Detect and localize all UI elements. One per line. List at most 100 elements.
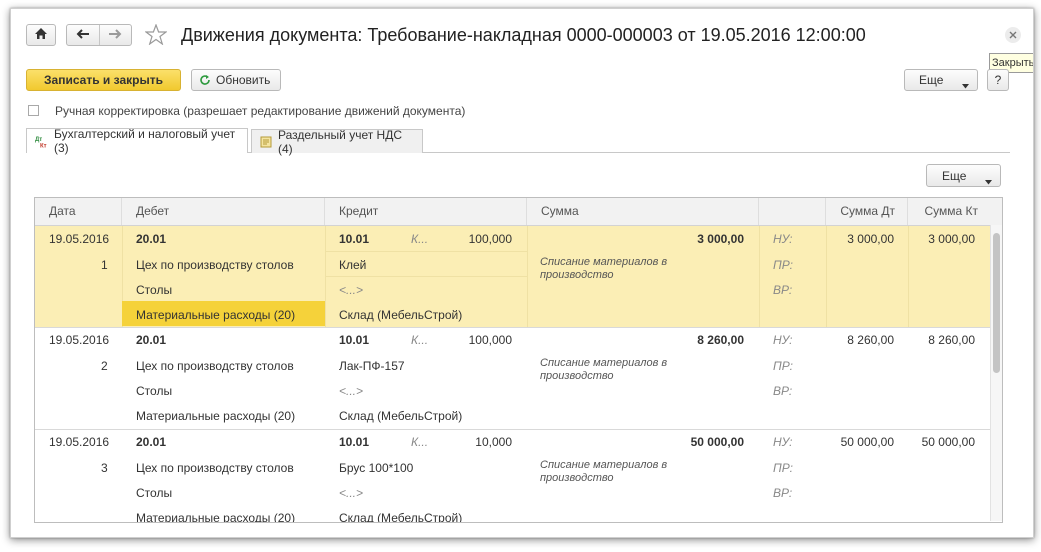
- vr-label: ВР:: [773, 283, 793, 297]
- column-header-debit[interactable]: Дебет: [122, 198, 325, 225]
- arrow-right-icon: [108, 28, 122, 42]
- home-button[interactable]: [26, 24, 56, 46]
- row-number: 1: [101, 258, 108, 272]
- row-description: Списание материалов в производство: [540, 357, 668, 382]
- back-button[interactable]: [67, 25, 100, 45]
- credit-subconto-3: Склад (МебельСтрой): [339, 511, 463, 523]
- manual-edit-label: Ручная корректировка (разрешает редактир…: [55, 104, 466, 118]
- credit-subconto-3: Склад (МебельСтрой): [339, 308, 463, 322]
- home-icon: [34, 27, 48, 43]
- credit-qty-label: К...: [411, 232, 429, 246]
- row-date: 19.05.2016: [49, 333, 110, 347]
- refresh-button[interactable]: Обновить: [191, 69, 281, 91]
- refresh-label: Обновить: [216, 73, 271, 87]
- dt-kt-icon: Дт Кт: [35, 135, 48, 148]
- table-row[interactable]: 19.05.2016 2 20.01 Цех по производству с…: [35, 328, 990, 429]
- close-tooltip-text: Закрыть: [992, 57, 1034, 69]
- forward-button[interactable]: [100, 25, 132, 45]
- nav-buttons-group: [66, 24, 132, 46]
- table-row[interactable]: 19.05.2016 3 20.01 Цех по производству с…: [35, 430, 990, 523]
- vr-label: ВР:: [773, 384, 793, 398]
- nu-label: НУ:: [773, 333, 793, 347]
- row-sum-dt: 50 000,00: [840, 435, 894, 449]
- movements-table: Дата Дебет Кредит Сумма Сумма Дт Сумма К…: [34, 197, 1003, 523]
- document-icon: [260, 136, 272, 148]
- help-label: ?: [994, 73, 1002, 87]
- credit-qty: 10,000: [475, 435, 512, 449]
- row-sum-dt: 8 260,00: [847, 333, 894, 347]
- row-sum-kt: 50 000,00: [921, 435, 975, 449]
- credit-subconto-1: Брус 100*100: [339, 461, 414, 475]
- help-button[interactable]: ?: [987, 69, 1009, 91]
- credit-qty: 100,000: [468, 232, 512, 246]
- tab-accounting-label: Бухгалтерский и налоговый учет (3): [54, 127, 236, 155]
- credit-subconto-1: Лак-ПФ-157: [339, 359, 405, 373]
- debit-subconto-1: Цех по производству столов: [136, 258, 294, 272]
- tab-accounting[interactable]: Дт Кт Бухгалтерский и налоговый учет (3): [26, 127, 248, 155]
- row-sum-kt: 3 000,00: [928, 232, 975, 246]
- manual-edit-checkbox[interactable]: [28, 105, 39, 116]
- column-header-sum[interactable]: Сумма: [527, 198, 759, 225]
- refresh-icon: [199, 74, 211, 86]
- credit-qty-label: К...: [411, 435, 429, 449]
- credit-qty-label: К...: [411, 333, 429, 347]
- credit-subconto-3: Склад (МебельСтрой): [339, 409, 463, 423]
- debit-subconto-1: Цех по производству столов: [136, 359, 294, 373]
- pr-label: ПР:: [773, 461, 793, 475]
- tab-vat-label: Раздельный учет НДС (4): [278, 127, 403, 156]
- save-and-close-button[interactable]: Записать и закрыть: [26, 69, 181, 91]
- credit-subconto-1: Клей: [339, 258, 367, 272]
- row-description: Списание материалов в производство: [540, 256, 668, 281]
- row-date: 19.05.2016: [49, 435, 110, 449]
- column-header-spacer: [759, 198, 826, 225]
- tab-vat[interactable]: Раздельный учет НДС (4): [251, 127, 423, 156]
- credit-account: 10.01: [339, 435, 370, 449]
- arrow-left-icon: [76, 28, 90, 42]
- debit-subconto-1: Цех по производству столов: [136, 461, 294, 475]
- debit-subconto-2: Столы: [136, 384, 173, 398]
- row-number: 2: [101, 359, 108, 373]
- credit-account: 10.01: [339, 333, 370, 347]
- debit-subconto-3: Материальные расходы (20): [136, 409, 296, 423]
- scrollbar-thumb[interactable]: [993, 233, 1000, 373]
- credit-subconto-2: <...>: [339, 283, 364, 297]
- close-icon: [1009, 28, 1017, 42]
- pr-label: ПР:: [773, 359, 793, 373]
- table-row[interactable]: 19.05.2016 1 20.01 Цех по производству с…: [35, 226, 990, 327]
- table-header: Дата Дебет Кредит Сумма Сумма Дт Сумма К…: [35, 198, 1002, 226]
- vertical-scrollbar[interactable]: [990, 225, 1002, 521]
- more-button[interactable]: Еще: [904, 69, 978, 91]
- triangle-down-icon: [962, 78, 969, 92]
- row-sum: 50 000,00: [690, 435, 744, 449]
- column-header-sum-kt[interactable]: Сумма Кт: [908, 198, 990, 225]
- column-header-date[interactable]: Дата: [35, 198, 122, 225]
- debit-subconto-2: Столы: [136, 283, 173, 297]
- nu-label: НУ:: [773, 232, 793, 246]
- debit-subconto-3: Материальные расходы (20): [136, 308, 296, 322]
- pr-label: ПР:: [773, 258, 793, 272]
- row-number: 3: [101, 461, 108, 475]
- debit-subconto-3: Материальные расходы (20): [136, 511, 296, 523]
- table-more-label: Еще: [942, 168, 967, 183]
- close-button[interactable]: [1005, 27, 1021, 43]
- triangle-down-icon: [985, 174, 992, 188]
- save-and-close-label: Записать и закрыть: [44, 73, 163, 87]
- vr-label: ВР:: [773, 486, 793, 500]
- more-label: Еще: [919, 73, 944, 87]
- credit-qty: 100,000: [468, 333, 512, 347]
- debit-account: 20.01: [136, 333, 167, 347]
- window-title: Движения документа: Требование-накладная…: [181, 25, 866, 45]
- row-sum: 3 000,00: [697, 232, 744, 246]
- star-icon[interactable]: [144, 23, 168, 48]
- table-more-button[interactable]: Еще: [926, 164, 1001, 187]
- column-header-credit[interactable]: Кредит: [325, 198, 527, 225]
- credit-subconto-2: <...>: [339, 486, 364, 500]
- column-header-sum-dt[interactable]: Сумма Дт: [826, 198, 908, 225]
- row-description: Списание материалов в производство: [540, 459, 668, 484]
- row-date: 19.05.2016: [49, 232, 110, 246]
- debit-account: 20.01: [136, 232, 167, 246]
- row-sum: 8 260,00: [697, 333, 744, 347]
- nu-label: НУ:: [773, 435, 793, 449]
- debit-account: 20.01: [136, 435, 167, 449]
- svg-text:Дт: Дт: [35, 137, 42, 143]
